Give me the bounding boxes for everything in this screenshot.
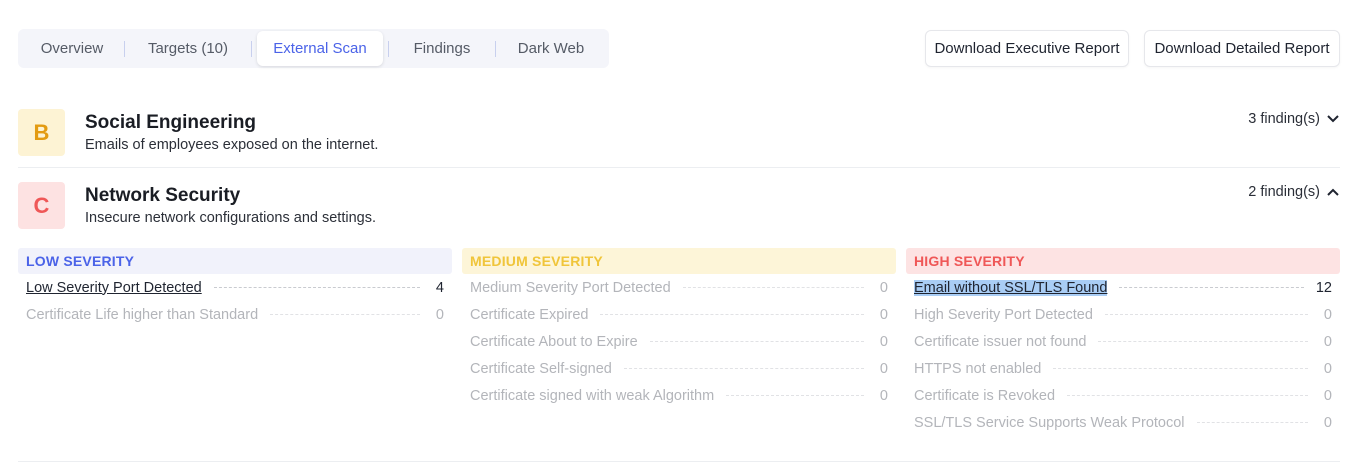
findings-count-toggle[interactable]: 2 finding(s) [1248, 184, 1340, 200]
findings-count-toggle[interactable]: 3 finding(s) [1248, 111, 1340, 127]
tab-external-scan[interactable]: External Scan [257, 31, 383, 66]
finding-count: 0 [1323, 414, 1332, 431]
finding-row: Certificate is Revoked 0 [906, 382, 1340, 409]
finding-label: HTTPS not enabled [914, 360, 1042, 377]
finding-count: 0 [1323, 306, 1332, 323]
finding-row: High Severity Port Detected 0 [906, 301, 1340, 328]
finding-label[interactable]: Low Severity Port Detected [26, 280, 202, 296]
low-severity-column: LOW SEVERITY Low Severity Port Detected 4… [18, 248, 452, 328]
finding-row: Medium Severity Port Detected 0 [462, 274, 896, 301]
finding-count: 0 [1323, 333, 1332, 350]
grade-badge: C [18, 182, 65, 229]
findings-count: 2 finding(s) [1248, 184, 1320, 200]
dotted-leader [726, 395, 864, 396]
tab-separator [251, 40, 252, 57]
finding-label: Certificate Expired [470, 306, 589, 323]
finding-row: Certificate Self-signed 0 [462, 355, 896, 382]
dotted-leader [1104, 314, 1308, 315]
chevron-up-icon [1327, 188, 1339, 196]
dotted-leader [1053, 368, 1308, 369]
finding-label: Certificate is Revoked [914, 387, 1056, 404]
section-divider [18, 461, 1340, 462]
finding-count: 4 [435, 279, 444, 296]
low-severity-header: LOW SEVERITY [18, 248, 452, 274]
finding-row: Certificate Life higher than Standard 0 [18, 301, 452, 328]
section-divider [18, 167, 1340, 168]
finding-label: Certificate About to Expire [470, 333, 638, 350]
tab-bar: Overview Targets (10) External Scan Find… [18, 29, 609, 68]
finding-row[interactable]: Low Severity Port Detected 4 [18, 274, 452, 301]
finding-label: SSL/TLS Service Supports Weak Protocol [914, 414, 1185, 431]
finding-label: Certificate Life higher than Standard [26, 306, 259, 323]
findings-count: 3 finding(s) [1248, 111, 1320, 127]
dotted-leader [1196, 422, 1308, 423]
finding-count: 0 [1323, 387, 1332, 404]
finding-count: 0 [1323, 360, 1332, 377]
grade-badge: B [18, 109, 65, 156]
dotted-leader [1098, 341, 1308, 342]
finding-row: Certificate About to Expire 0 [462, 328, 896, 355]
finding-count: 0 [879, 360, 888, 377]
finding-count: 0 [879, 306, 888, 323]
finding-count: 0 [879, 333, 888, 350]
high-severity-column: HIGH SEVERITY Email without SSL/TLS Foun… [906, 248, 1340, 436]
finding-row: Certificate issuer not found 0 [906, 328, 1340, 355]
finding-count: 0 [879, 279, 888, 296]
finding-label: Certificate issuer not found [914, 333, 1087, 350]
finding-label: Certificate signed with weak Algorithm [470, 387, 715, 404]
dotted-leader [623, 368, 864, 369]
finding-count: 0 [879, 387, 888, 404]
section-title: Network Security [85, 185, 241, 206]
finding-label[interactable]: Email without SSL/TLS Found [914, 279, 1108, 296]
dotted-leader [270, 314, 420, 315]
section-description: Insecure network configurations and sett… [85, 210, 376, 226]
dotted-leader [1119, 287, 1304, 288]
finding-count: 0 [435, 306, 444, 323]
high-severity-header: HIGH SEVERITY [906, 248, 1340, 274]
medium-severity-column: MEDIUM SEVERITY Medium Severity Port Det… [462, 248, 896, 409]
tab-findings[interactable]: Findings [389, 31, 495, 66]
finding-label: Certificate Self-signed [470, 360, 612, 377]
download-executive-report-button[interactable]: Download Executive Report [925, 30, 1129, 67]
download-detailed-report-button[interactable]: Download Detailed Report [1144, 30, 1340, 67]
section-title: Social Engineering [85, 112, 257, 133]
dotted-leader [1067, 395, 1308, 396]
dotted-leader [682, 287, 864, 288]
dotted-leader [600, 314, 864, 315]
section-description: Emails of employees exposed on the inter… [85, 137, 379, 153]
finding-count: 12 [1315, 279, 1332, 296]
finding-row: SSL/TLS Service Supports Weak Protocol 0 [906, 409, 1340, 436]
finding-label: High Severity Port Detected [914, 306, 1093, 323]
dotted-leader [649, 341, 864, 342]
chevron-down-icon [1327, 115, 1339, 123]
tab-targets[interactable]: Targets (10) [125, 31, 251, 66]
tab-dark-web[interactable]: Dark Web [496, 31, 606, 66]
finding-row: Certificate signed with weak Algorithm 0 [462, 382, 896, 409]
medium-severity-header: MEDIUM SEVERITY [462, 248, 896, 274]
tab-overview[interactable]: Overview [20, 31, 124, 66]
finding-label: Medium Severity Port Detected [470, 279, 671, 296]
finding-row: HTTPS not enabled 0 [906, 355, 1340, 382]
finding-row: Certificate Expired 0 [462, 301, 896, 328]
dotted-leader [213, 287, 420, 288]
finding-row[interactable]: Email without SSL/TLS Found 12 [906, 274, 1340, 301]
